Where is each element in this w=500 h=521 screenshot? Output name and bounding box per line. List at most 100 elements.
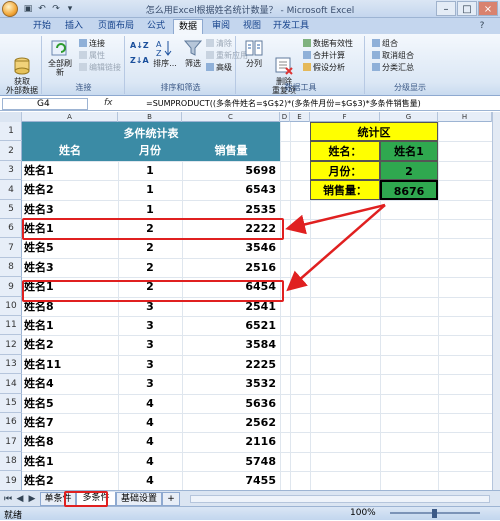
column-header-b[interactable]: B bbox=[118, 112, 182, 122]
table-cell-month[interactable]: 3 bbox=[118, 355, 182, 374]
column-header-c[interactable]: C bbox=[182, 112, 280, 122]
table-cell-name[interactable]: 姓名2 bbox=[24, 180, 116, 200]
prev-sheet-icon[interactable]: ◀ bbox=[14, 493, 26, 505]
table-cell-name[interactable]: 姓名7 bbox=[24, 413, 116, 432]
table-cell-sales[interactable]: 5698 bbox=[182, 161, 276, 180]
stats-name-value[interactable]: 姓名1 bbox=[380, 141, 438, 161]
header-name[interactable]: 姓名 bbox=[22, 141, 118, 161]
select-all-corner[interactable] bbox=[0, 112, 22, 122]
table-cell-sales[interactable]: 6543 bbox=[182, 180, 276, 200]
row-header[interactable]: 1 bbox=[0, 122, 22, 141]
stats-title[interactable]: 统计区 bbox=[310, 122, 438, 141]
fx-icon[interactable]: fx bbox=[104, 98, 113, 108]
first-sheet-icon[interactable]: ⏮ bbox=[2, 493, 14, 505]
column-header-a[interactable]: A bbox=[22, 112, 118, 122]
table-cell-name[interactable]: 姓名11 bbox=[24, 355, 116, 374]
what-if-button[interactable]: 假设分析 bbox=[303, 63, 345, 73]
table-cell-month[interactable]: 3 bbox=[118, 374, 182, 394]
table-cell-sales[interactable]: 7455 bbox=[182, 471, 276, 490]
table-cell-month[interactable]: 4 bbox=[118, 471, 182, 490]
table-cell-month[interactable]: 3 bbox=[118, 335, 182, 355]
table-cell-sales[interactable]: 6521 bbox=[182, 316, 276, 335]
data-validation-button[interactable]: 数据有效性 bbox=[303, 39, 353, 49]
table-cell-month[interactable]: 1 bbox=[118, 161, 182, 180]
ungroup-button[interactable]: 取消组合 bbox=[372, 51, 414, 61]
row-header[interactable]: 2 bbox=[0, 141, 22, 161]
get-external-data-button[interactable]: 获取 外部数据 bbox=[4, 38, 40, 95]
zoom-slider-thumb[interactable] bbox=[432, 509, 437, 518]
advanced-filter-button[interactable]: 高级 bbox=[206, 63, 232, 73]
consolidate-button[interactable]: 合并计算 bbox=[303, 51, 345, 61]
row-header[interactable]: 19 bbox=[0, 471, 22, 491]
tab-developer[interactable]: 开发工具 bbox=[270, 19, 312, 34]
table-cell-name[interactable]: 姓名5 bbox=[24, 238, 116, 258]
stats-name-label[interactable]: 姓名： bbox=[310, 141, 380, 161]
maximize-button[interactable]: □ bbox=[457, 1, 477, 16]
zoom-level[interactable]: 100% bbox=[350, 508, 376, 518]
row-header[interactable]: 6 bbox=[0, 219, 22, 238]
row-header[interactable]: 7 bbox=[0, 238, 22, 258]
tab-formulas[interactable]: 公式 bbox=[142, 19, 170, 34]
table-cell-month[interactable]: 4 bbox=[118, 432, 182, 452]
table-cell-month[interactable]: 2 bbox=[118, 238, 182, 258]
stats-month-label[interactable]: 月份： bbox=[310, 161, 380, 180]
worksheet-grid[interactable]: 多件统计表 姓名 月份 销售量 姓名1 1 5698 姓名2 1 6543 姓名3 1 2535 姓名1 2… bbox=[22, 122, 492, 490]
filter-button[interactable]: 筛选 bbox=[182, 38, 204, 68]
table-cell-name[interactable]: 姓名3 bbox=[24, 258, 116, 277]
row-header[interactable]: 18 bbox=[0, 452, 22, 471]
tab-insert[interactable]: 插入 bbox=[60, 19, 88, 34]
row-header[interactable]: 14 bbox=[0, 374, 22, 394]
sort-za-button[interactable]: Z↓A bbox=[130, 56, 149, 66]
row-header[interactable]: 8 bbox=[0, 258, 22, 277]
clear-button[interactable]: 清除 bbox=[206, 39, 232, 49]
table-cell-sales[interactable]: 3546 bbox=[182, 238, 276, 258]
edit-links-button[interactable]: 编辑链接 bbox=[79, 63, 121, 73]
table-cell-sales[interactable]: 3584 bbox=[182, 335, 276, 355]
table-cell-sales[interactable]: 2116 bbox=[182, 432, 276, 452]
header-month[interactable]: 月份 bbox=[118, 141, 182, 161]
header-sales[interactable]: 销售量 bbox=[182, 141, 280, 161]
column-header-f[interactable]: F bbox=[310, 112, 380, 122]
stats-sales-label[interactable]: 销售量： bbox=[310, 180, 380, 200]
tab-review[interactable]: 审阅 bbox=[207, 19, 235, 34]
table-cell-month[interactable]: 4 bbox=[118, 413, 182, 432]
row-header[interactable]: 15 bbox=[0, 394, 22, 413]
table-cell-sales[interactable]: 5636 bbox=[182, 394, 276, 413]
row-header[interactable]: 5 bbox=[0, 200, 22, 219]
table-cell-month[interactable]: 4 bbox=[118, 394, 182, 413]
table-cell-sales[interactable]: 5748 bbox=[182, 452, 276, 471]
connections-button[interactable]: 连接 bbox=[79, 39, 105, 49]
row-header[interactable]: 13 bbox=[0, 355, 22, 374]
column-header-e[interactable]: E bbox=[290, 112, 310, 122]
table-cell-name[interactable]: 姓名1 bbox=[24, 161, 116, 180]
row-header[interactable]: 11 bbox=[0, 316, 22, 335]
row-header[interactable]: 10 bbox=[0, 297, 22, 316]
table-cell-name[interactable]: 姓名5 bbox=[24, 394, 116, 413]
tab-data[interactable]: 数据 bbox=[173, 19, 203, 34]
table-cell-sales[interactable]: 2535 bbox=[182, 200, 276, 219]
table-cell-sales[interactable]: 3532 bbox=[182, 374, 276, 394]
table-cell-name[interactable]: 姓名8 bbox=[24, 432, 116, 452]
column-header-g[interactable]: G bbox=[380, 112, 438, 122]
table-cell-name[interactable]: 姓名1 bbox=[24, 452, 116, 471]
tab-home[interactable]: 开始 bbox=[28, 19, 56, 34]
help-icon[interactable]: ? bbox=[476, 20, 488, 32]
row-header[interactable]: 12 bbox=[0, 335, 22, 355]
next-sheet-icon[interactable]: ▶ bbox=[26, 493, 38, 505]
table-cell-name[interactable]: 姓名2 bbox=[24, 335, 116, 355]
stats-sales-value[interactable]: 8676 bbox=[380, 180, 438, 200]
table-cell-sales[interactable]: 2562 bbox=[182, 413, 276, 432]
table-cell-name[interactable]: 姓名2 bbox=[24, 471, 116, 490]
stats-month-value[interactable]: 2 bbox=[380, 161, 438, 180]
table-cell-month[interactable]: 3 bbox=[118, 316, 182, 335]
properties-button[interactable]: 属性 bbox=[79, 51, 105, 61]
sort-button[interactable]: AZ 排序... bbox=[150, 38, 180, 68]
tab-page-layout[interactable]: 页面布局 bbox=[94, 19, 138, 34]
refresh-all-button[interactable]: 全部刷新 bbox=[45, 38, 75, 77]
close-button[interactable]: × bbox=[478, 1, 498, 16]
text-to-columns-button[interactable]: 分列 bbox=[241, 38, 267, 68]
row-header[interactable]: 9 bbox=[0, 277, 22, 297]
group-button[interactable]: 组合 bbox=[372, 39, 398, 49]
table-cell-month[interactable]: 2 bbox=[118, 258, 182, 277]
table-cell-name[interactable]: 姓名4 bbox=[24, 374, 116, 394]
